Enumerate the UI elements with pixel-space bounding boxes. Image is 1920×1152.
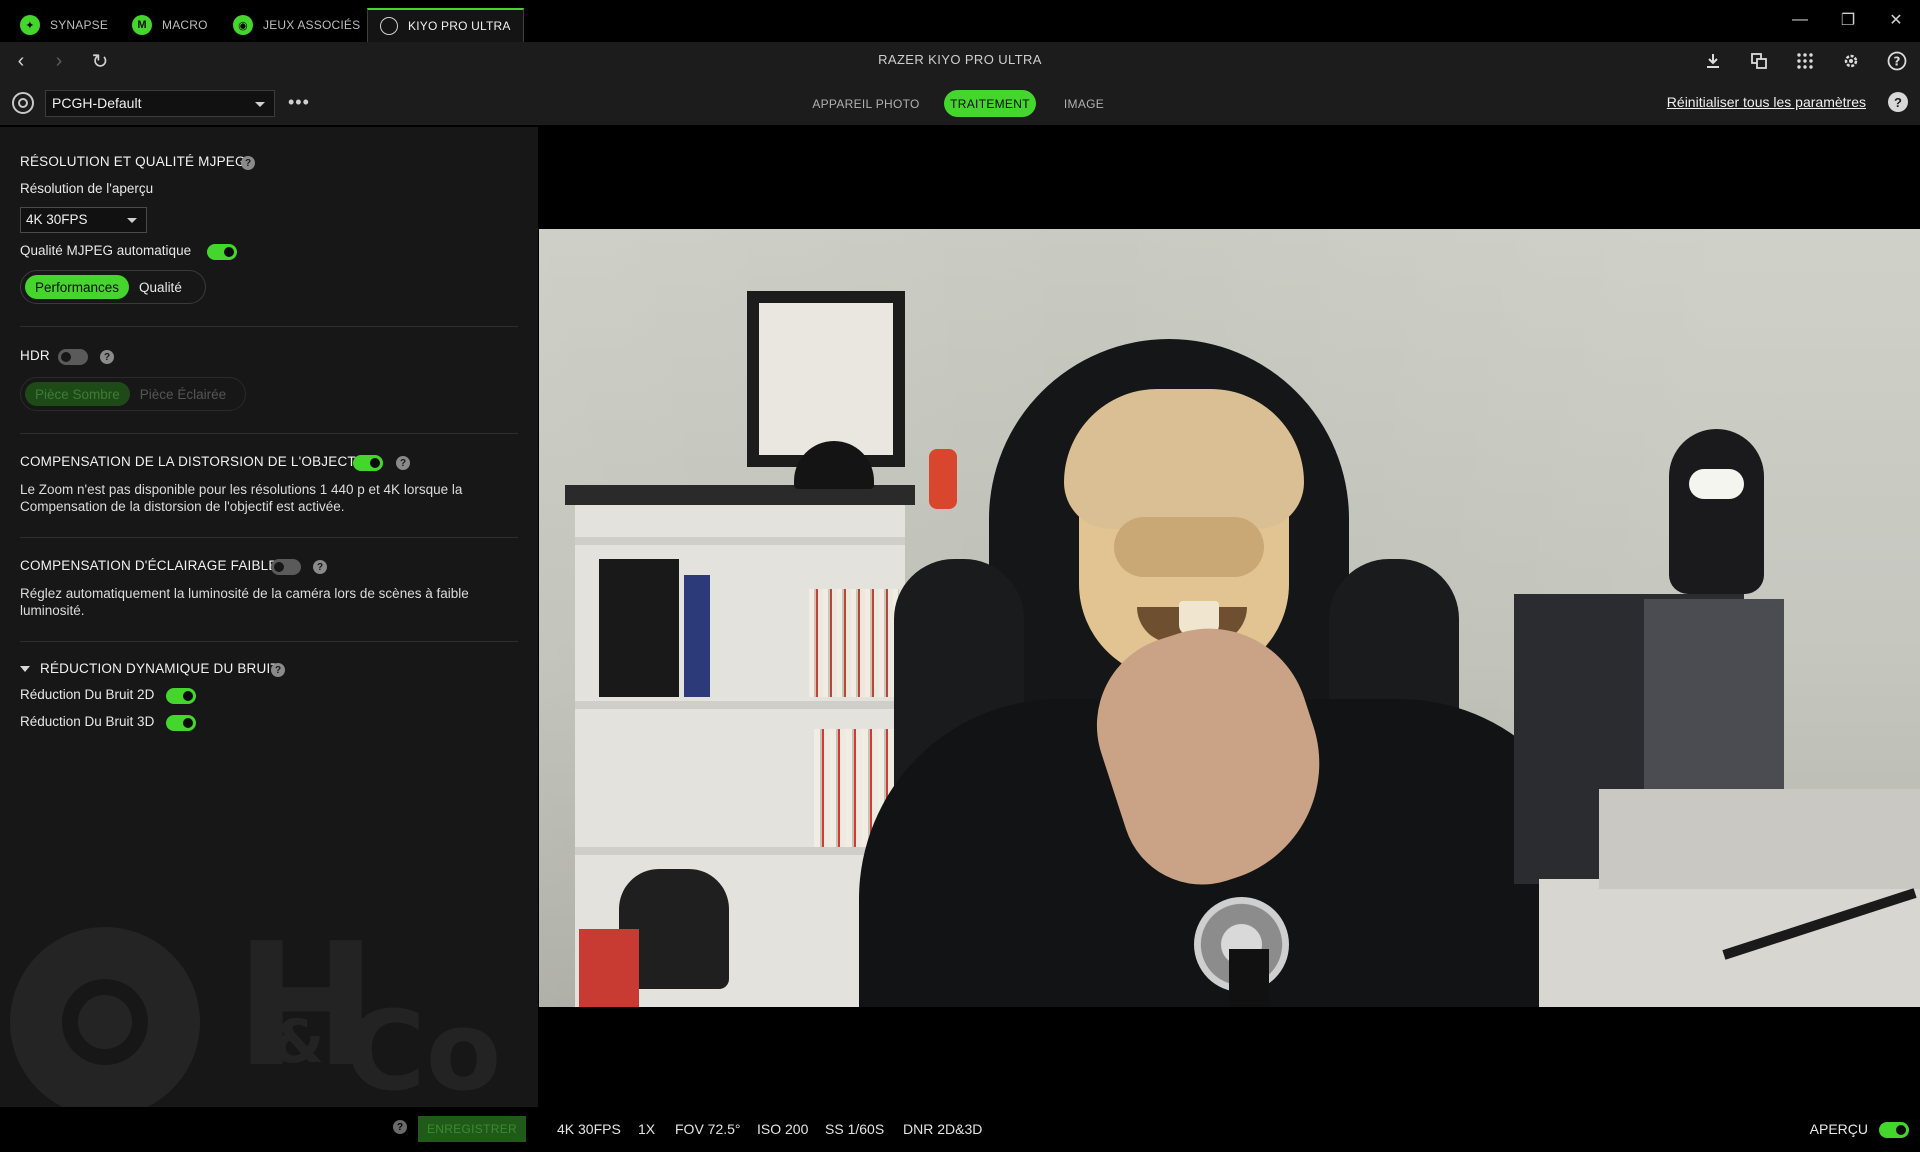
lowlight-section-title: COMPENSATION D'ÉCLAIRAGE FAIBLE: [20, 558, 278, 573]
stat-fov: FOV 72.5°: [675, 1121, 741, 1137]
profile-bar: PCGH-Default ••• APPAREIL PHOTO TRAITEME…: [0, 80, 1920, 126]
pcgh-watermark-logo: H & Co: [10, 907, 501, 1107]
webcam-icon: [380, 17, 398, 35]
divider: [20, 326, 518, 327]
more-options-icon[interactable]: •••: [288, 92, 310, 113]
stat-iso: ISO 200: [757, 1121, 809, 1137]
help-icon[interactable]: ?: [241, 156, 255, 170]
profile-icon[interactable]: [12, 92, 34, 114]
save-button[interactable]: ENREGISTRER: [418, 1116, 526, 1142]
chevron-down-icon: [127, 218, 137, 223]
tab-appareil-photo[interactable]: APPAREIL PHOTO: [810, 90, 922, 117]
divider: [20, 537, 518, 538]
app-tab-label: KIYO PRO ULTRA: [408, 19, 511, 33]
help-icon[interactable]: ?: [1885, 49, 1909, 73]
macro-m-icon: M: [132, 15, 152, 35]
app-tab-synapse[interactable]: ✦ SYNAPSE: [20, 8, 108, 42]
chevron-down-icon: [255, 102, 265, 107]
help-icon[interactable]: ?: [100, 350, 114, 364]
app-tab-label: JEUX ASSOCIÉS: [263, 18, 361, 32]
stat-dnr: DNR 2D&3D: [903, 1121, 983, 1137]
mjpeg-mode-selector: Performances Qualité: [20, 270, 206, 304]
reset-all-link[interactable]: Réinitialiser tous les paramètres: [1667, 94, 1866, 110]
distortion-toggle[interactable]: [353, 455, 383, 471]
download-icon[interactable]: [1701, 49, 1725, 73]
stat-resolution: 4K 30FPS: [557, 1121, 621, 1137]
mode-performances[interactable]: Performances: [25, 275, 130, 299]
stat-shutter: SS 1/60S: [825, 1121, 885, 1137]
mode-piece-sombre[interactable]: Pièce Sombre: [25, 382, 130, 406]
app-tab-label: SYNAPSE: [50, 18, 109, 32]
overlay-icon[interactable]: [1747, 49, 1771, 73]
noise-3d-toggle[interactable]: [166, 715, 196, 731]
preview-resolution-value: 4K 30FPS: [26, 212, 88, 227]
app-tab-kiyo-pro-ultra[interactable]: KIYO PRO ULTRA: [367, 8, 524, 42]
mode-piece-eclairee[interactable]: Pièce Éclairée: [130, 382, 236, 406]
gamepad-icon: ◉: [233, 15, 253, 35]
hdr-toggle[interactable]: [58, 349, 88, 365]
nav-bar: ‹ › ↻ RAZER KIYO PRO ULTRA ?: [0, 42, 1920, 80]
preview-toggle[interactable]: [1879, 1122, 1909, 1138]
stat-zoom: 1X: [638, 1121, 656, 1137]
noise-2d-label: Réduction Du Bruit 2D: [20, 687, 155, 702]
svg-text:?: ?: [1894, 55, 1901, 69]
app-tab-label: MACRO: [162, 18, 208, 32]
device-title: RAZER KIYO PRO ULTRA: [878, 52, 1042, 67]
noise-section-title: RÉDUCTION DYNAMIQUE DU BRUIT: [40, 661, 279, 676]
settings-panel: H & Co RÉSOLUTION ET QUALITÉ MJPEG ? Rés…: [0, 127, 538, 1107]
close-button[interactable]: ✕: [1881, 8, 1911, 32]
help-icon[interactable]: ?: [271, 663, 285, 677]
help-icon[interactable]: ?: [396, 456, 410, 470]
preview-resolution-label: Résolution de l'aperçu: [20, 181, 154, 196]
profile-name: PCGH-Default: [52, 95, 142, 111]
distortion-section-title: COMPENSATION DE LA DISTORSION DE L'OBJEC…: [20, 454, 369, 469]
help-icon[interactable]: ?: [313, 560, 327, 574]
gear-icon[interactable]: [1839, 49, 1863, 73]
app-tab-linked-games[interactable]: ◉ JEUX ASSOCIÉS: [233, 8, 360, 42]
camera-feed-image: [539, 229, 1920, 1007]
status-bar: ? ENREGISTRER 4K 30FPS 1X FOV 72.5° ISO …: [0, 1107, 1920, 1152]
auto-mjpeg-quality-label: Qualité MJPEG automatique: [20, 243, 192, 258]
title-bar: ✦ SYNAPSE M MACRO ◉ JEUX ASSOCIÉS KIYO P…: [0, 0, 1920, 42]
preview-toggle-label: APERÇU: [1809, 1121, 1868, 1137]
help-icon[interactable]: ?: [1888, 92, 1908, 112]
minimize-button[interactable]: —: [1785, 8, 1815, 32]
hdr-mode-selector: Pièce Sombre Pièce Éclairée: [20, 377, 246, 411]
noise-3d-label: Réduction Du Bruit 3D: [20, 714, 155, 729]
collapse-caret-icon[interactable]: [20, 666, 30, 672]
noise-2d-toggle[interactable]: [166, 688, 196, 704]
apps-grid-icon[interactable]: [1793, 49, 1817, 73]
restore-button[interactable]: ❐: [1833, 8, 1863, 32]
mode-qualite[interactable]: Qualité: [129, 275, 192, 299]
app-tab-macro[interactable]: M MACRO: [132, 8, 208, 42]
tab-image[interactable]: IMAGE: [1056, 90, 1112, 117]
preview-resolution-dropdown[interactable]: 4K 30FPS: [20, 207, 147, 233]
distortion-description: Le Zoom n'est pas disponible pour les ré…: [20, 482, 463, 514]
auto-mjpeg-quality-toggle[interactable]: [207, 244, 237, 260]
help-icon[interactable]: ?: [393, 1120, 407, 1134]
resolution-section-title: RÉSOLUTION ET QUALITÉ MJPEG: [20, 154, 246, 169]
camera-preview: [538, 127, 1920, 1107]
razer-snake-icon: ✦: [20, 15, 40, 35]
divider: [20, 641, 518, 642]
tab-traitement[interactable]: TRAITEMENT: [944, 90, 1036, 117]
divider: [20, 433, 518, 434]
hdr-section-title: HDR: [20, 348, 50, 363]
lowlight-description: Réglez automatiquement la luminosité de …: [20, 586, 469, 618]
profile-select[interactable]: PCGH-Default: [45, 90, 275, 117]
lowlight-toggle[interactable]: [271, 559, 301, 575]
